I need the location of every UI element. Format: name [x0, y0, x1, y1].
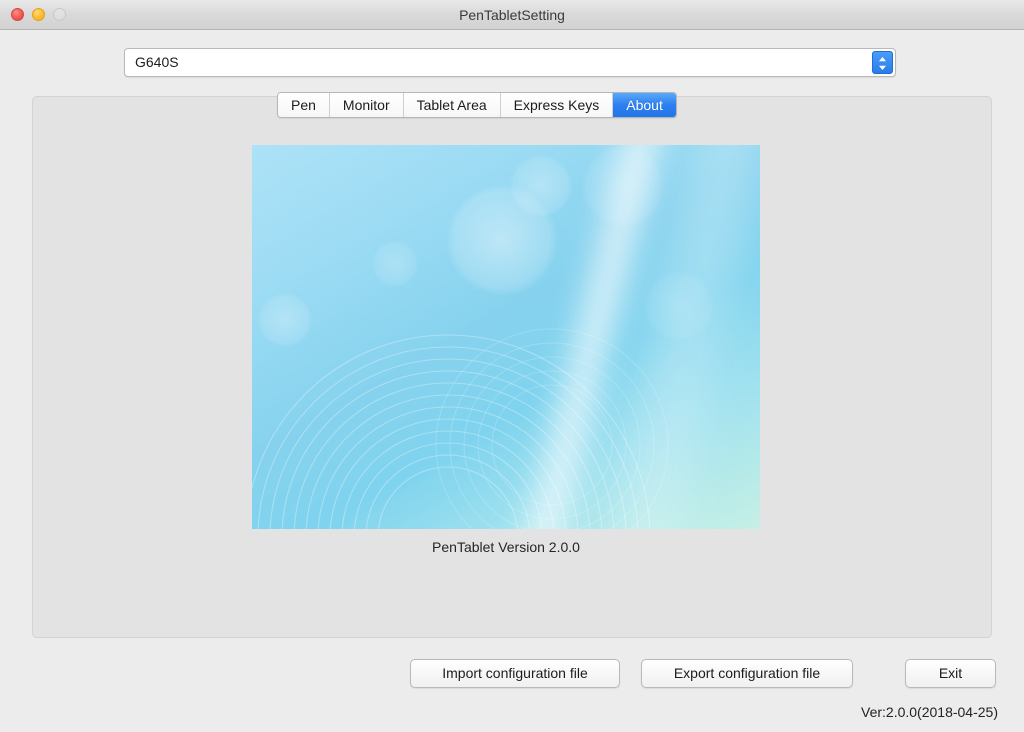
splash-image	[252, 145, 760, 529]
chevron-up-down-icon[interactable]	[872, 51, 893, 74]
title-bar: PenTabletSetting	[0, 0, 1024, 30]
tab-monitor[interactable]: Monitor	[329, 93, 404, 117]
pentablet-setting-window: PenTabletSetting G640S Pen Monitor Table…	[0, 0, 1024, 732]
tab-about[interactable]: About	[613, 93, 676, 117]
tab-tablet-area[interactable]: Tablet Area	[403, 93, 501, 117]
device-select-value: G640S	[135, 54, 179, 70]
tab-express-keys[interactable]: Express Keys	[500, 93, 614, 117]
export-configuration-file-button[interactable]: Export configuration file	[641, 659, 853, 688]
window-title: PenTabletSetting	[459, 7, 565, 23]
version-caption: PenTablet Version 2.0.0	[432, 539, 580, 555]
device-select[interactable]: G640S	[124, 48, 896, 77]
tab-pen[interactable]: Pen	[278, 93, 330, 117]
settings-tab-bar: Pen Monitor Tablet Area Express Keys Abo…	[277, 92, 677, 118]
exit-button[interactable]: Exit	[905, 659, 996, 688]
import-configuration-file-button[interactable]: Import configuration file	[410, 659, 620, 688]
version-footer-label: Ver:2.0.0(2018-04-25)	[861, 704, 998, 720]
